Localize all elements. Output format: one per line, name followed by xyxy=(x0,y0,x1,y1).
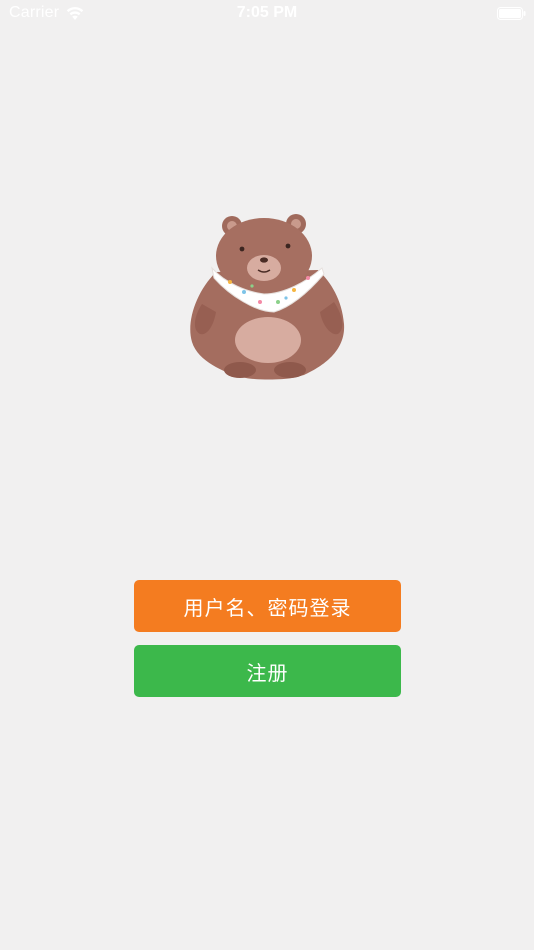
battery-icon xyxy=(497,7,526,20)
bear-mascot-icon xyxy=(190,214,345,380)
status-bar: Carrier 7:05 PM xyxy=(0,0,534,28)
username-password-login-button[interactable]: 用户名、密码登录 xyxy=(134,580,401,632)
register-button[interactable]: 注册 xyxy=(134,645,401,697)
clock: 7:05 PM xyxy=(236,4,298,21)
login-landing-screen: Carrier 7:05 PM 用户名、密码登录 注册 xyxy=(0,0,534,950)
